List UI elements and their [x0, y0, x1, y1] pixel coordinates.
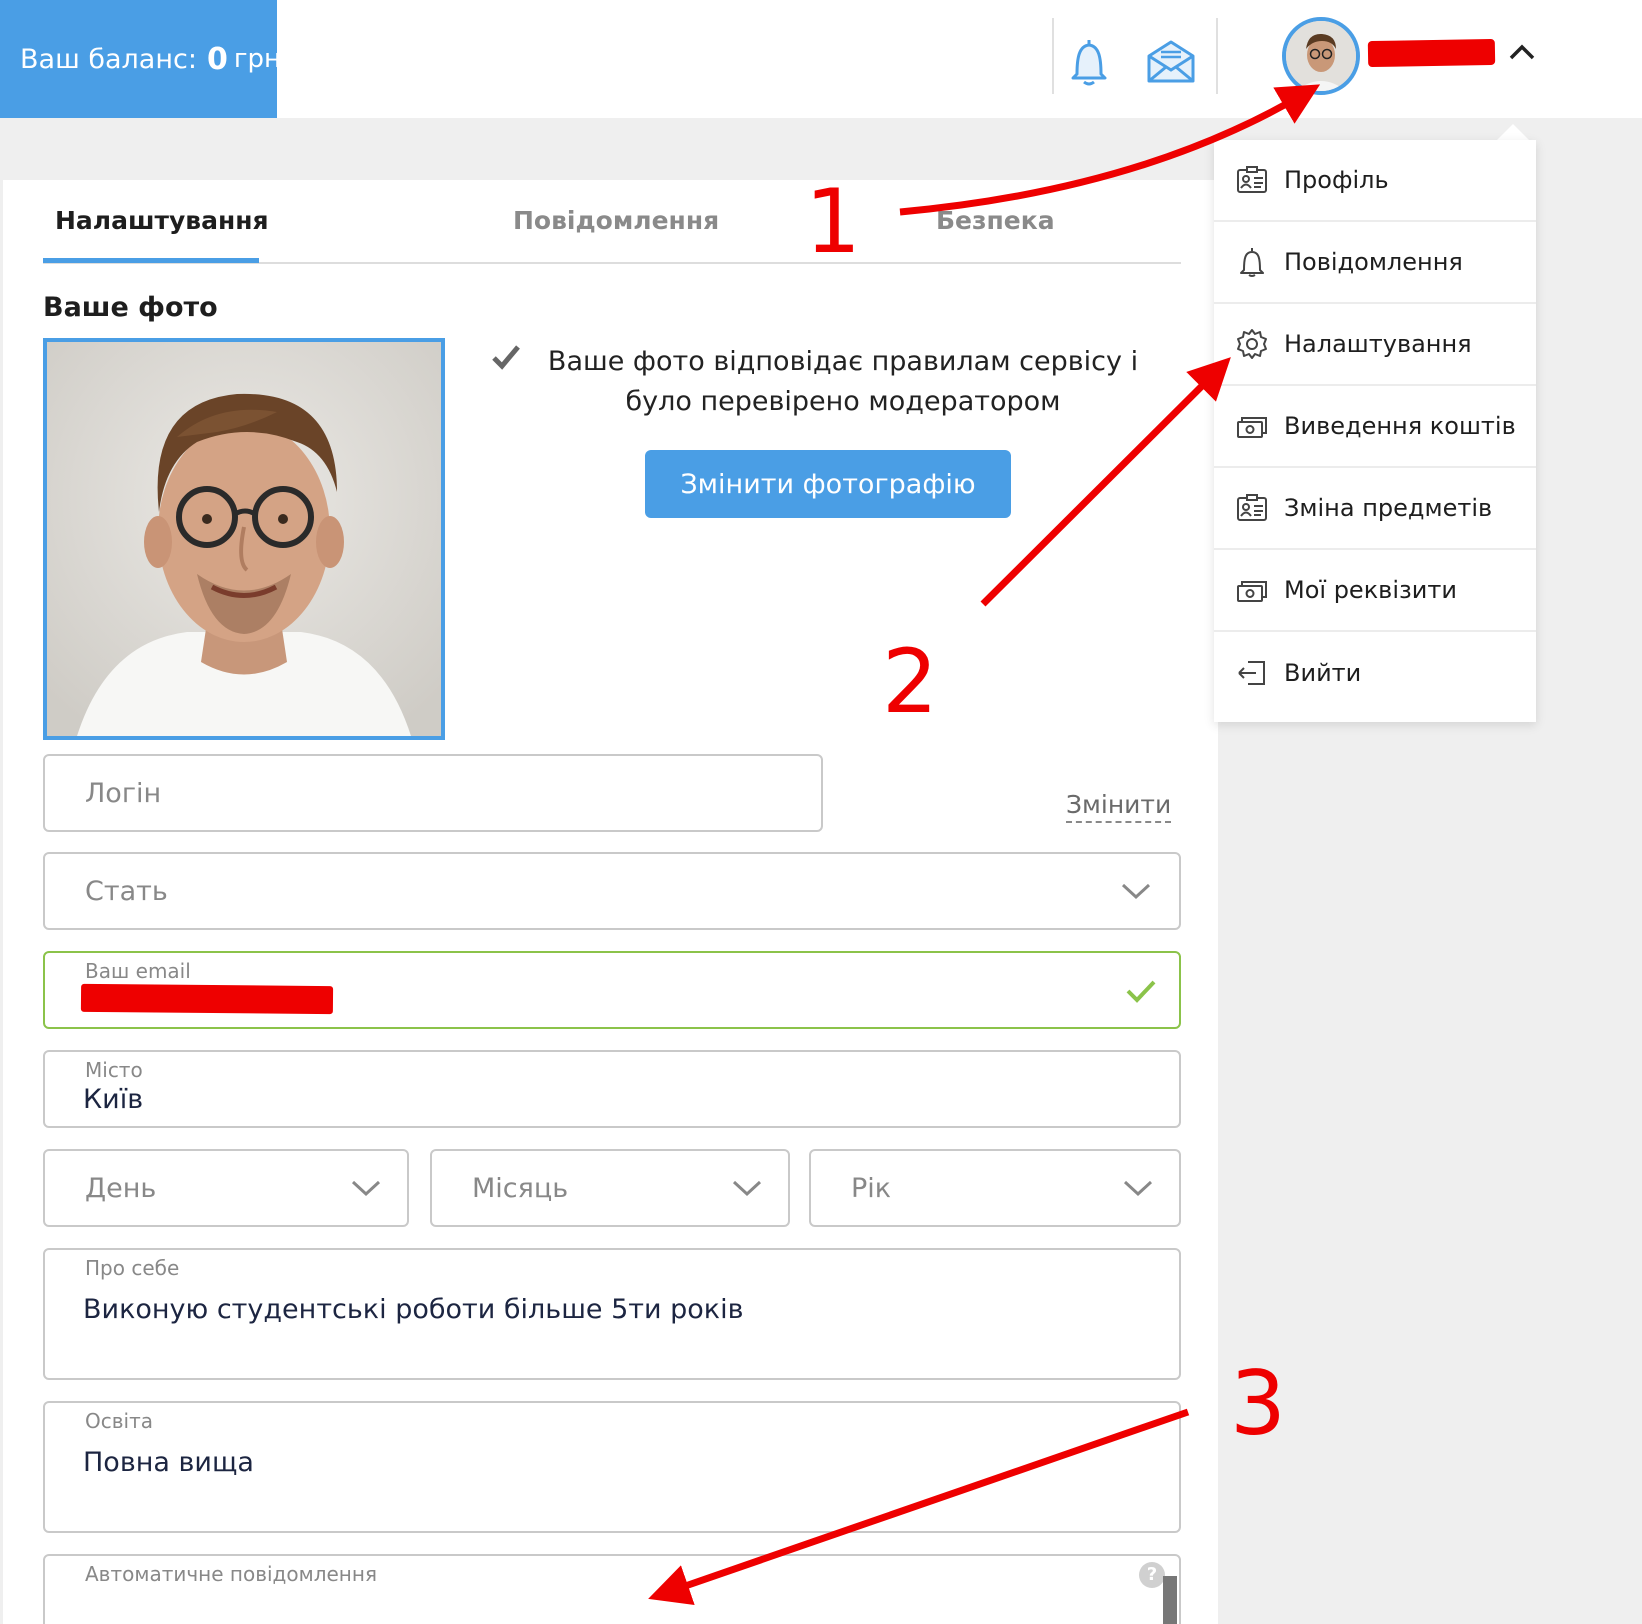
menu-pointer [1497, 124, 1529, 140]
month-select[interactable]: Місяць [430, 1149, 790, 1227]
tab-notifications[interactable]: Повідомлення [513, 206, 719, 235]
chevron-up-icon[interactable] [1508, 42, 1536, 66]
menu-item-profile[interactable]: Профіль [1214, 140, 1536, 222]
chevron-down-icon [1121, 882, 1151, 904]
menu-item-logout[interactable]: Вийти [1214, 632, 1536, 714]
bell-icon[interactable] [1069, 36, 1109, 92]
menu-item-withdraw[interactable]: Виведення коштів [1214, 386, 1536, 468]
tabs-bar: Налаштування Повідомлення Безпека [43, 206, 1181, 264]
logout-icon [1234, 655, 1270, 691]
menu-item-change-subjects[interactable]: Зміна предметів [1214, 468, 1536, 550]
menu-item-label: Налаштування [1284, 330, 1472, 358]
valid-check-icon [1125, 979, 1157, 1007]
email-value-redacted [80, 983, 334, 1015]
menu-item-label: Профіль [1284, 166, 1389, 194]
chevron-down-icon [351, 1179, 381, 1201]
change-photo-button[interactable]: Змінити фотографію [645, 450, 1011, 518]
menu-item-label: Виведення коштів [1284, 412, 1516, 440]
money-icon [1234, 572, 1270, 608]
chevron-down-icon [732, 1179, 762, 1201]
balance-box[interactable]: Ваш баланс: 0 грн [0, 0, 281, 118]
year-placeholder: Рік [851, 1173, 892, 1204]
city-field[interactable]: Місто Київ [43, 1050, 1181, 1128]
profile-card-icon [1234, 162, 1270, 198]
header-divider [1052, 18, 1054, 94]
user-dropdown-menu: Профіль Повідомлення Налаштування Виведе… [1214, 140, 1536, 722]
menu-item-label: Зміна предметів [1284, 494, 1493, 522]
top-header: Ваш баланс: 0 грн [0, 0, 1642, 118]
check-icon [491, 344, 521, 374]
month-placeholder: Місяць [472, 1173, 569, 1204]
header-divider [1216, 18, 1218, 94]
menu-item-label: Мої реквізити [1284, 576, 1457, 604]
auto-message-label: Автоматичне повідомлення [85, 1562, 377, 1586]
email-label: Ваш email [85, 959, 191, 983]
mail-icon[interactable] [1146, 38, 1196, 88]
menu-item-requisites[interactable]: Мої реквізити [1214, 550, 1536, 632]
gender-placeholder: Стать [85, 876, 168, 907]
tab-security[interactable]: Безпека [936, 206, 1055, 235]
city-label: Місто [85, 1058, 143, 1082]
login-placeholder: Логін [85, 778, 162, 809]
balance-label: Ваш баланс: [20, 43, 197, 75]
chevron-down-icon [1123, 1179, 1153, 1201]
email-field[interactable]: Ваш email [43, 951, 1181, 1029]
bell-icon [1234, 244, 1270, 280]
menu-item-notifications[interactable]: Повідомлення [1214, 222, 1536, 304]
annotation-number-3: 3 [1230, 1352, 1286, 1455]
menu-item-settings[interactable]: Налаштування [1214, 304, 1536, 386]
help-icon[interactable]: ? [1139, 1562, 1165, 1588]
tab-settings[interactable]: Налаштування [55, 206, 269, 235]
money-icon [1234, 408, 1270, 444]
login-input[interactable]: Логін [43, 754, 823, 832]
education-textarea[interactable]: Освіта Повна вища [43, 1401, 1181, 1533]
annotation-number-1: 1 [805, 170, 861, 273]
balance-currency: грн [233, 44, 281, 74]
about-textarea[interactable]: Про себе Виконую студентські роботи біль… [43, 1248, 1181, 1380]
education-value: Повна вища [83, 1447, 254, 1478]
year-select[interactable]: Рік [809, 1149, 1181, 1227]
textarea-scrollbar[interactable] [1163, 1576, 1177, 1624]
auto-message-textarea[interactable]: Автоматичне повідомлення ? [43, 1554, 1181, 1624]
photo-status-message: Ваше фото відповідає правилам сервісу і … [547, 346, 1139, 417]
balance-amount: 0 [206, 41, 228, 77]
active-tab-indicator [43, 258, 259, 263]
username-redacted[interactable] [1367, 38, 1496, 68]
change-login-link[interactable]: Змінити [1066, 790, 1172, 823]
profile-photo [43, 338, 445, 740]
day-placeholder: День [85, 1173, 157, 1204]
city-value: Київ [83, 1084, 144, 1115]
menu-item-label: Повідомлення [1284, 248, 1463, 276]
education-label: Освіта [85, 1409, 153, 1433]
about-label: Про себе [85, 1256, 180, 1280]
gear-icon [1234, 326, 1270, 362]
annotation-number-2: 2 [882, 630, 938, 733]
profile-card-icon [1234, 490, 1270, 526]
gender-select[interactable]: Стать [43, 852, 1181, 930]
about-value: Виконую студентські роботи більше 5ти ро… [83, 1294, 744, 1325]
day-select[interactable]: День [43, 1149, 409, 1227]
settings-panel: Налаштування Повідомлення Безпека Ваше ф… [3, 180, 1218, 1624]
photo-section-title: Ваше фото [43, 292, 218, 323]
avatar[interactable] [1282, 17, 1360, 95]
menu-item-label: Вийти [1284, 659, 1362, 687]
